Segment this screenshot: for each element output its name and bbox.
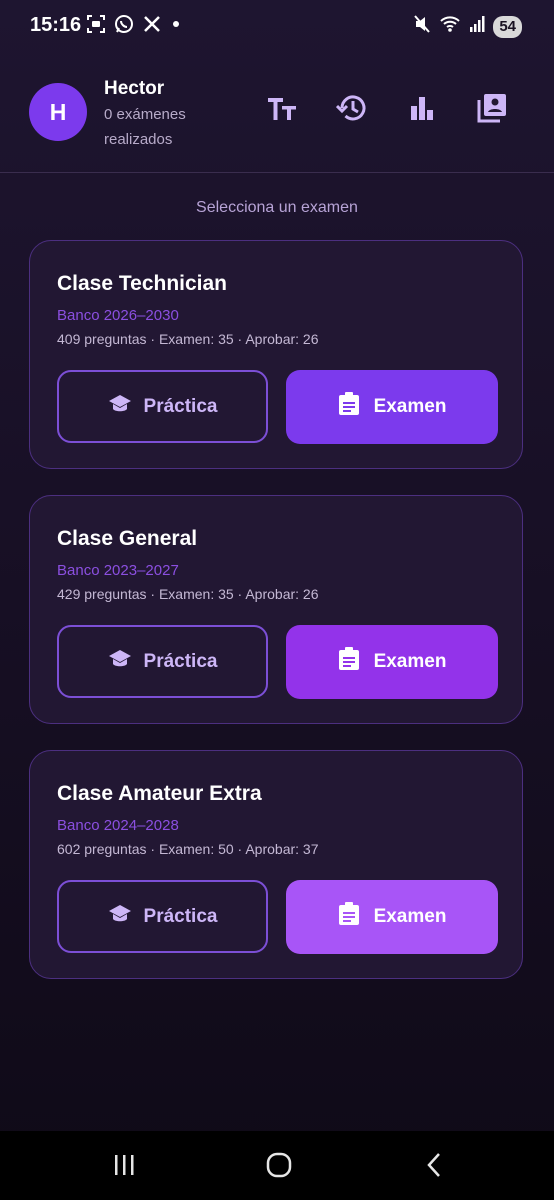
graduation-cap-icon <box>108 649 132 675</box>
profile-header: H Hector 0 exámenes realizados <box>0 68 554 172</box>
history-button[interactable] <box>335 92 368 129</box>
card-meta: 409 preguntas · Examen: 35 · Aprobar: 26 <box>57 331 319 347</box>
exam-button[interactable]: Examen <box>286 880 498 954</box>
system-nav-bar <box>0 1131 554 1200</box>
clipboard-icon <box>338 902 360 932</box>
home-icon <box>266 1152 292 1183</box>
mute-icon <box>413 14 431 39</box>
card-meta: 429 preguntas · Examen: 35 · Aprobar: 26 <box>57 586 319 602</box>
exam-label: Examen <box>373 906 447 927</box>
exam-card-general: Clase General Banco 2023–2027 429 pregun… <box>29 495 523 724</box>
status-bar: 15:16 54 <box>0 0 554 54</box>
exam-label: Examen <box>373 396 447 417</box>
card-title: Clase General <box>57 527 198 550</box>
whatsapp-icon <box>114 14 134 34</box>
card-title: Clase Technician <box>57 272 228 295</box>
card-meta: 602 preguntas · Examen: 50 · Aprobar: 37 <box>57 841 319 857</box>
stats-icon <box>408 94 436 127</box>
select-exam-prompt: Selecciona un examen <box>196 199 358 216</box>
card-bank: Banco 2026–2030 <box>57 307 179 324</box>
exams-taken-count: 0 exámenes realizados <box>104 106 186 148</box>
battery-indicator: 54 <box>493 15 522 38</box>
practice-label: Práctica <box>143 650 218 672</box>
status-right-icons: 54 <box>413 14 522 39</box>
text-size-button[interactable] <box>266 94 298 126</box>
practice-label: Práctica <box>143 905 218 927</box>
header-divider <box>0 172 554 173</box>
wifi-icon <box>439 14 461 39</box>
clipboard-icon <box>338 392 360 422</box>
library-icon <box>476 92 508 129</box>
card-bank: Banco 2024–2028 <box>57 817 179 834</box>
practice-label: Práctica <box>143 395 218 417</box>
practice-button[interactable]: Práctica <box>57 880 268 953</box>
status-time: 15:16 <box>30 14 82 36</box>
screenshot-icon <box>86 14 106 34</box>
exam-card-technician: Clase Technician Banco 2026–2030 409 pre… <box>29 240 523 469</box>
user-name: Hector <box>104 78 165 99</box>
library-button[interactable] <box>476 92 508 129</box>
card-title: Clase Amateur Extra <box>57 782 262 805</box>
signal-icon <box>469 14 485 39</box>
practice-button[interactable]: Práctica <box>57 370 268 443</box>
recents-button[interactable] <box>104 1153 144 1181</box>
dot-icon <box>170 14 182 34</box>
exam-button[interactable]: Examen <box>286 370 498 444</box>
card-bank: Banco 2023–2027 <box>57 562 179 579</box>
header-actions <box>266 92 508 129</box>
x-icon <box>142 14 162 34</box>
text-size-icon <box>266 94 298 127</box>
history-icon <box>335 92 368 129</box>
back-button[interactable] <box>414 1152 454 1183</box>
back-icon <box>424 1152 444 1183</box>
avatar[interactable]: H <box>29 83 87 141</box>
status-left-icons <box>86 14 182 34</box>
clipboard-icon <box>338 647 360 677</box>
recents-icon <box>112 1153 136 1182</box>
stats-button[interactable] <box>406 94 438 126</box>
graduation-cap-icon <box>108 394 132 420</box>
exam-card-amateur-extra: Clase Amateur Extra Banco 2024–2028 602 … <box>29 750 523 979</box>
exam-label: Examen <box>373 651 447 672</box>
practice-button[interactable]: Práctica <box>57 625 268 698</box>
exam-button[interactable]: Examen <box>286 625 498 699</box>
graduation-cap-icon <box>108 904 132 930</box>
home-button[interactable] <box>259 1152 299 1183</box>
